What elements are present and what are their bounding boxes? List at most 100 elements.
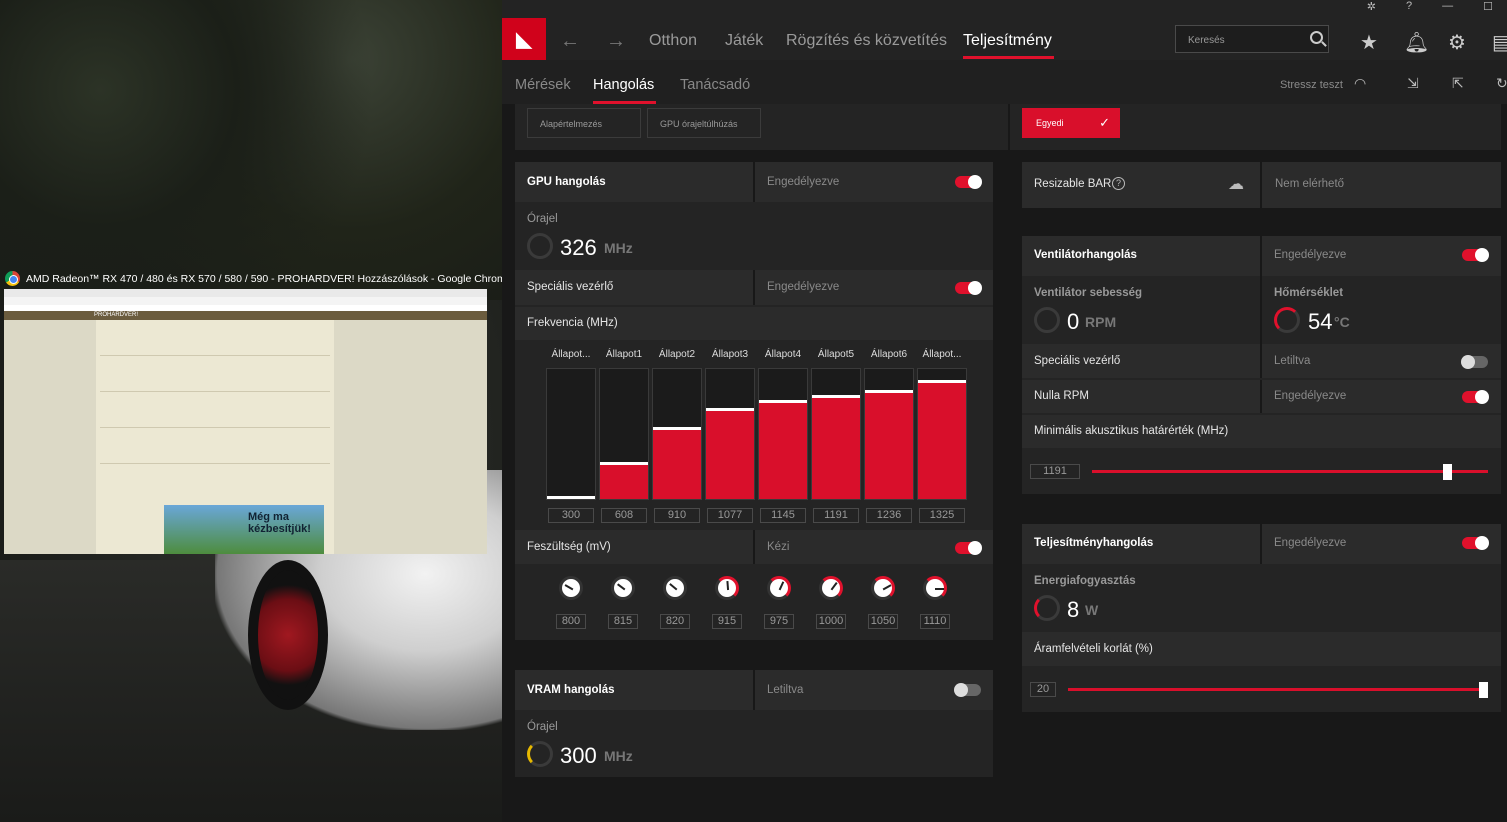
vram-tuning-title: VRAM hangolás xyxy=(527,684,615,696)
power-limit-slider-track[interactable] xyxy=(1068,688,1488,691)
search-input[interactable]: Keresés xyxy=(1175,25,1329,53)
frequency-bar[interactable] xyxy=(546,368,596,500)
search-icon[interactable] xyxy=(1310,31,1323,44)
voltage-knob[interactable] xyxy=(923,576,947,600)
power-draw-gauge xyxy=(1034,595,1060,621)
back-arrow-icon[interactable]: ← xyxy=(560,30,580,53)
reset-icon[interactable]: ↻ xyxy=(1496,75,1507,92)
temperature-gauge xyxy=(1274,307,1300,333)
preset-custom-label: Egyedi xyxy=(1036,118,1064,128)
help-icon[interactable]: ? xyxy=(1406,0,1412,14)
gpu-advanced-toggle[interactable] xyxy=(955,281,982,295)
voltage-knob[interactable] xyxy=(819,576,843,600)
forward-arrow-icon[interactable]: → xyxy=(606,30,626,53)
voltage-value-box[interactable]: 1000 xyxy=(816,614,846,629)
gpu-clock-gauge xyxy=(527,233,553,259)
frequency-bar[interactable] xyxy=(758,368,808,500)
vram-clock-value: 300 xyxy=(560,743,597,768)
frequency-value-box[interactable]: 1191 xyxy=(813,508,859,523)
speedometer-icon[interactable]: ◠ xyxy=(1354,75,1366,92)
vram-tuning-toggle[interactable] xyxy=(954,683,981,697)
frequency-value-box[interactable]: 608 xyxy=(601,508,647,523)
fan-speed-gauge xyxy=(1034,307,1060,333)
preset-default-button[interactable]: Alapértelmezés xyxy=(527,108,641,138)
voltage-value-box[interactable]: 800 xyxy=(556,614,586,629)
bell-icon[interactable]: 🔔︎ xyxy=(1404,30,1429,55)
help-circle-icon[interactable]: ? xyxy=(1112,177,1125,190)
chrome-window-preview[interactable]: PROHARDVER! Még ma kézbesítjük! xyxy=(4,289,487,554)
top-navigation-bar: ✲ ? — ☐ ◣ ← → Otthon Játék Rögzítés és k… xyxy=(502,0,1507,60)
frequency-bar-fill xyxy=(600,462,648,499)
power-limit-slider-thumb[interactable] xyxy=(1479,682,1488,698)
fan-tuning-title: Ventilátorhangolás xyxy=(1034,249,1137,261)
voltage-knob[interactable] xyxy=(611,576,635,600)
tab-record-stream[interactable]: Rögzítés és közvetítés xyxy=(786,32,947,50)
frequency-header: Frekvencia (MHz) xyxy=(515,307,993,340)
vram-clock-gauge xyxy=(527,741,553,767)
tab-gaming[interactable]: Játék xyxy=(725,32,763,50)
frequency-bar[interactable] xyxy=(864,368,914,500)
star-icon[interactable]: ★ xyxy=(1360,30,1378,55)
chrome-window-title[interactable]: AMD Radeon™ RX 470 / 480 és RX 570 / 580… xyxy=(5,270,512,287)
amd-logo[interactable]: ◣ xyxy=(502,18,546,60)
stress-test-label[interactable]: Stressz teszt xyxy=(1280,79,1343,91)
tab-home[interactable]: Otthon xyxy=(649,32,697,50)
frequency-bar[interactable] xyxy=(705,368,755,500)
voltage-knob[interactable] xyxy=(663,576,687,600)
voltage-knob[interactable] xyxy=(715,576,739,600)
ad-banner: Még ma kézbesítjük! xyxy=(164,505,324,554)
bug-icon[interactable]: ✲ xyxy=(1367,0,1376,14)
maximize-icon[interactable]: ☐ xyxy=(1483,0,1493,14)
tab-performance[interactable]: Teljesítmény xyxy=(963,32,1052,50)
import-icon[interactable]: ⇲ xyxy=(1407,75,1419,92)
resizable-bar-status: Nem elérhető xyxy=(1275,178,1345,190)
frequency-value-box[interactable]: 1145 xyxy=(760,508,806,523)
minimize-icon[interactable]: — xyxy=(1442,0,1453,14)
voltage-toggle[interactable] xyxy=(955,541,982,555)
frequency-value-box[interactable]: 1236 xyxy=(866,508,912,523)
preset-gpu-oc-button[interactable]: GPU órajeltúlhúzás xyxy=(647,108,761,138)
frequency-bar-fill xyxy=(812,395,860,499)
gear-icon[interactable]: ⚙ xyxy=(1448,30,1466,55)
panel-icon[interactable]: ▤ xyxy=(1492,30,1507,55)
voltage-value-box[interactable]: 915 xyxy=(712,614,742,629)
voltage-knob[interactable] xyxy=(559,576,583,600)
power-tuning-toggle[interactable] xyxy=(1462,536,1489,550)
voltage-controls: 800 815 820 915 975 1000 1050 1110 xyxy=(515,564,993,640)
frequency-value-box[interactable]: 1077 xyxy=(707,508,753,523)
forum-post xyxy=(100,358,330,392)
frequency-bar[interactable] xyxy=(811,368,861,500)
zero-rpm-toggle[interactable] xyxy=(1462,390,1489,404)
frequency-bar[interactable] xyxy=(599,368,649,500)
voltage-knob[interactable] xyxy=(767,576,791,600)
power-limit-value-box[interactable]: 20 xyxy=(1030,682,1056,697)
frequency-bar[interactable] xyxy=(917,368,967,500)
voltage-value-box[interactable]: 975 xyxy=(764,614,794,629)
gpu-advanced-label: Speciális vezérlő xyxy=(527,281,614,293)
tab-advisor[interactable]: Tanácsadó xyxy=(680,77,750,93)
voltage-value-box[interactable]: 815 xyxy=(608,614,638,629)
voltage-value-box[interactable]: 1050 xyxy=(868,614,898,629)
tab-tuning[interactable]: Hangolás xyxy=(593,77,654,93)
frequency-bar[interactable] xyxy=(652,368,702,500)
gpu-tuning-toggle[interactable] xyxy=(955,175,982,189)
frequency-value-box[interactable]: 1325 xyxy=(919,508,965,523)
fan-advanced-row: Speciális vezérlő Letiltva xyxy=(1022,344,1501,378)
frequency-value-box[interactable]: 910 xyxy=(654,508,700,523)
preset-custom-button[interactable]: Egyedi ✓ xyxy=(1022,108,1120,138)
voltage-value-box[interactable]: 820 xyxy=(660,614,690,629)
frequency-value-box[interactable]: 300 xyxy=(548,508,594,523)
min-acoustic-slider-thumb[interactable] xyxy=(1443,464,1453,480)
vram-clock-unit: MHz xyxy=(604,748,633,764)
min-acoustic-slider-track[interactable] xyxy=(1092,470,1488,473)
voltage-knob[interactable] xyxy=(871,576,895,600)
site-header: PROHARDVER! xyxy=(4,311,487,320)
tab-metrics[interactable]: Mérések xyxy=(515,77,571,93)
state-label: Állapot3 xyxy=(711,349,749,360)
min-acoustic-value-box[interactable]: 1191 xyxy=(1030,464,1080,479)
export-icon[interactable]: ⇱ xyxy=(1452,75,1464,92)
power-draw-unit: W xyxy=(1085,602,1099,618)
voltage-value-box[interactable]: 1110 xyxy=(920,614,950,629)
fan-advanced-toggle[interactable] xyxy=(1461,355,1488,369)
fan-tuning-toggle[interactable] xyxy=(1462,248,1489,262)
